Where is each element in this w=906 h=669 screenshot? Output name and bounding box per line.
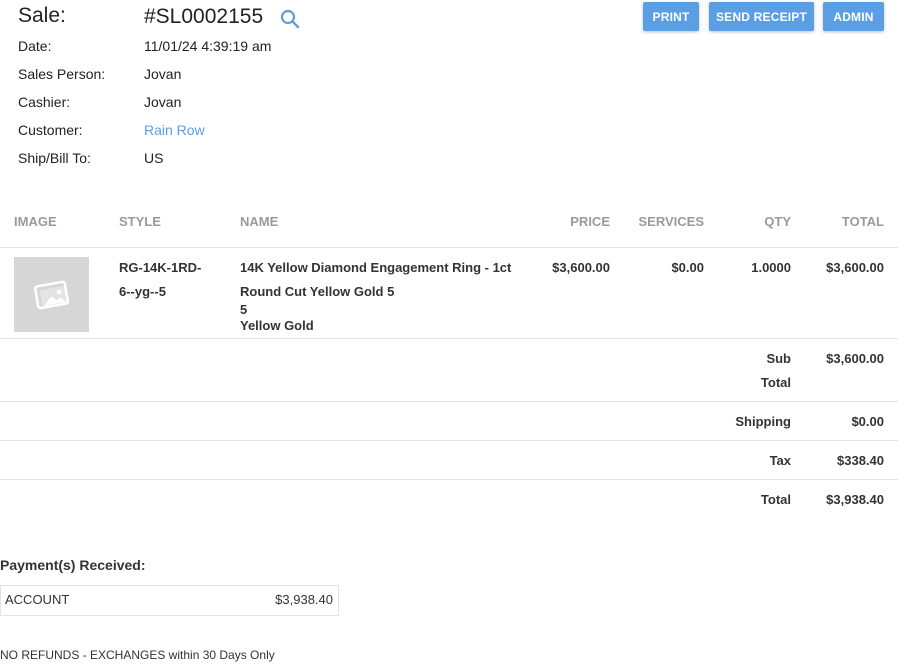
shipping-value: $0.00: [851, 414, 884, 429]
payment-method: ACCOUNT: [5, 592, 70, 607]
divider: [0, 401, 898, 402]
shipping-label: Shipping: [735, 414, 791, 429]
refund-policy: NO REFUNDS - EXCHANGES within 30 Days On…: [0, 648, 275, 662]
total-value: $3,938.40: [826, 492, 884, 507]
search-icon[interactable]: [280, 9, 300, 29]
divider: [0, 247, 898, 248]
item-total: $3,600.00: [826, 260, 884, 275]
column-header-services: SERVICES: [638, 214, 704, 229]
total-label: Total: [760, 492, 791, 507]
print-button[interactable]: PRINT: [643, 2, 699, 31]
divider: [0, 479, 898, 480]
item-price: $3,600.00: [552, 260, 610, 275]
column-header-image: IMAGE: [14, 214, 57, 229]
item-services: $0.00: [671, 260, 704, 275]
column-header-name: NAME: [240, 214, 279, 229]
sales-person-value: Jovan: [144, 66, 182, 82]
subtotal-label: Sub Total: [760, 351, 791, 390]
admin-button[interactable]: ADMIN: [823, 2, 884, 31]
column-header-total: TOTAL: [841, 214, 884, 229]
item-style: RG-14K-1RD- 6--yg--5: [119, 260, 202, 299]
item-qty: 1.0000: [751, 260, 791, 275]
column-header-price: PRICE: [570, 214, 610, 229]
divider: [0, 338, 898, 339]
date-value: 11/01/24 4:39:19 am: [144, 38, 272, 54]
image-placeholder-icon: [33, 280, 70, 310]
tax-label: Tax: [769, 453, 791, 468]
tax-value: $338.40: [837, 453, 884, 468]
payments-title: Payment(s) Received:: [0, 557, 146, 573]
column-header-qty: QTY: [764, 214, 791, 229]
ship-bill-label: Ship/Bill To:: [18, 150, 91, 166]
customer-link[interactable]: Rain Row: [144, 122, 205, 138]
sales-person-label: Sales Person:: [18, 66, 106, 82]
product-image: [14, 257, 89, 332]
item-variant: 5 Yellow Gold: [240, 302, 314, 333]
payment-amount: $3,938.40: [275, 592, 333, 607]
cashier-value: Jovan: [144, 94, 182, 110]
subtotal-value: $3,600.00: [826, 351, 884, 366]
cashier-label: Cashier:: [18, 94, 71, 110]
sale-label: Sale:: [18, 4, 66, 27]
divider: [0, 440, 898, 441]
sale-number: #SL0002155: [144, 5, 264, 28]
column-header-style: STYLE: [119, 214, 161, 229]
customer-label: Customer:: [18, 122, 83, 138]
send-receipt-button[interactable]: SEND RECEIPT: [709, 2, 814, 31]
date-label: Date:: [18, 38, 52, 54]
item-name: 14K Yellow Diamond Engagement Ring - 1ct…: [240, 260, 512, 299]
ship-bill-value: US: [144, 150, 164, 166]
